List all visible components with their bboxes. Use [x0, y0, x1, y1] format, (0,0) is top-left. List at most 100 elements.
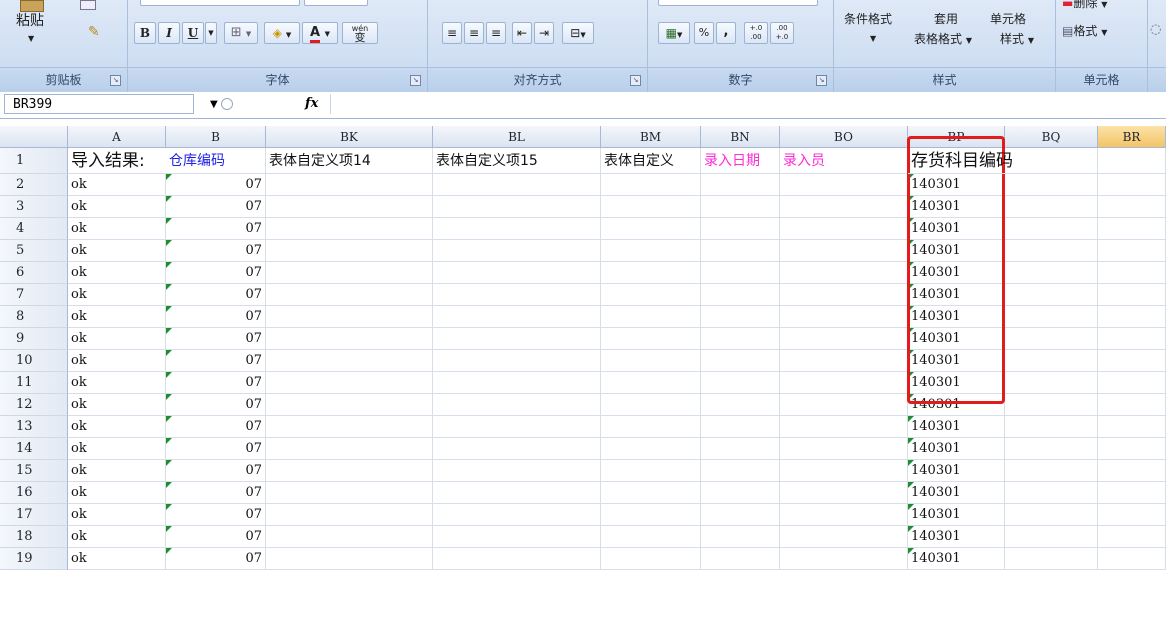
cell-b7[interactable]: 07 [166, 284, 266, 306]
cell-bn9[interactable] [701, 328, 780, 350]
cell-bp17[interactable]: 140301 [908, 504, 1005, 526]
cell-br12[interactable] [1098, 394, 1166, 416]
align-right-button[interactable]: ≡ [486, 22, 506, 44]
cell-bl17[interactable] [433, 504, 601, 526]
decrease-indent-button[interactable]: ⇤ [512, 22, 532, 44]
cell-bl9[interactable] [433, 328, 601, 350]
cell-a6[interactable]: ok [68, 262, 166, 284]
cell-bo14[interactable] [780, 438, 908, 460]
cell-bm10[interactable] [601, 350, 701, 372]
cell-br5[interactable] [1098, 240, 1166, 262]
cell-a4[interactable]: ok [68, 218, 166, 240]
cell-bq14[interactable] [1005, 438, 1098, 460]
cell-bn11[interactable] [701, 372, 780, 394]
row-header[interactable]: 15 [0, 460, 68, 482]
cell-br13[interactable] [1098, 416, 1166, 438]
cell-bq19[interactable] [1005, 548, 1098, 570]
cell-bo13[interactable] [780, 416, 908, 438]
cell-b18[interactable]: 07 [166, 526, 266, 548]
dialog-launcher-icon[interactable]: ↘ [110, 75, 121, 86]
cell-a11[interactable]: ok [68, 372, 166, 394]
cell-bp2[interactable]: 140301 [908, 174, 1005, 196]
cell-bq8[interactable] [1005, 306, 1098, 328]
cell-bm11[interactable] [601, 372, 701, 394]
cell-bm7[interactable] [601, 284, 701, 306]
cell-bn19[interactable] [701, 548, 780, 570]
cell-b10[interactable]: 07 [166, 350, 266, 372]
cell-br15[interactable] [1098, 460, 1166, 482]
cell-bm16[interactable] [601, 482, 701, 504]
column-header-bm[interactable]: BM [601, 126, 701, 148]
cell-bo19[interactable] [780, 548, 908, 570]
cell-bq6[interactable] [1005, 262, 1098, 284]
cell-bp15[interactable]: 140301 [908, 460, 1005, 482]
cell-bp4[interactable]: 140301 [908, 218, 1005, 240]
cell-br9[interactable] [1098, 328, 1166, 350]
cell-bq5[interactable] [1005, 240, 1098, 262]
cell-bp14[interactable]: 140301 [908, 438, 1005, 460]
cell-bm15[interactable] [601, 460, 701, 482]
cell-a10[interactable]: ok [68, 350, 166, 372]
cell-bp18[interactable]: 140301 [908, 526, 1005, 548]
cell-br18[interactable] [1098, 526, 1166, 548]
cell-bp16[interactable]: 140301 [908, 482, 1005, 504]
cell-bl14[interactable] [433, 438, 601, 460]
cell-br1[interactable] [1098, 148, 1166, 174]
cell-a3[interactable]: ok [68, 196, 166, 218]
cell-bk10[interactable] [266, 350, 433, 372]
font-size-box[interactable] [304, 0, 368, 6]
cell-bm3[interactable] [601, 196, 701, 218]
cell-bp11[interactable]: 140301 [908, 372, 1005, 394]
cell-bq11[interactable] [1005, 372, 1098, 394]
cell-bl13[interactable] [433, 416, 601, 438]
cell-a18[interactable]: ok [68, 526, 166, 548]
cell-bk14[interactable] [266, 438, 433, 460]
cell-bl7[interactable] [433, 284, 601, 306]
cell-bq10[interactable] [1005, 350, 1098, 372]
cell-bq12[interactable] [1005, 394, 1098, 416]
column-header-bk[interactable]: BK [266, 126, 433, 148]
cell-a1[interactable]: 导入结果: [68, 148, 166, 174]
cell-a12[interactable]: ok [68, 394, 166, 416]
column-header-a[interactable]: A [68, 126, 166, 148]
comma-button[interactable]: , [716, 22, 736, 44]
cell-bk7[interactable] [266, 284, 433, 306]
fill-color-button[interactable]: ◈ ▼ [264, 22, 300, 44]
cell-bk15[interactable] [266, 460, 433, 482]
cell-b8[interactable]: 07 [166, 306, 266, 328]
cell-bn18[interactable] [701, 526, 780, 548]
cell-a17[interactable]: ok [68, 504, 166, 526]
decrease-decimal-button[interactable]: .00 +.0 [770, 22, 794, 44]
conditional-dropdown-icon[interactable]: ▼ [870, 34, 876, 43]
cell-bo12[interactable] [780, 394, 908, 416]
cell-bl2[interactable] [433, 174, 601, 196]
cell-bl3[interactable] [433, 196, 601, 218]
column-header-b[interactable]: B [166, 126, 266, 148]
cell-bn2[interactable] [701, 174, 780, 196]
border-button[interactable]: ⊞ ▼ [224, 22, 258, 44]
cell-bn17[interactable] [701, 504, 780, 526]
cell-bn7[interactable] [701, 284, 780, 306]
cell-bm5[interactable] [601, 240, 701, 262]
cell-bo16[interactable] [780, 482, 908, 504]
cell-bk4[interactable] [266, 218, 433, 240]
cell-br14[interactable] [1098, 438, 1166, 460]
cell-bk18[interactable] [266, 526, 433, 548]
cell-bn16[interactable] [701, 482, 780, 504]
cell-b9[interactable]: 07 [166, 328, 266, 350]
cell-bm4[interactable] [601, 218, 701, 240]
cell-bq15[interactable] [1005, 460, 1098, 482]
cell-bn12[interactable] [701, 394, 780, 416]
cell-bk2[interactable] [266, 174, 433, 196]
cell-a5[interactable]: ok [68, 240, 166, 262]
italic-button[interactable]: I [158, 22, 180, 44]
cell-b2[interactable]: 07 [166, 174, 266, 196]
column-header-br[interactable]: BR [1098, 126, 1166, 148]
cell-bl11[interactable] [433, 372, 601, 394]
conditional-format-button[interactable]: 条件格式 [844, 10, 892, 27]
cell-bl16[interactable] [433, 482, 601, 504]
cell-a7[interactable]: ok [68, 284, 166, 306]
cell-bm13[interactable] [601, 416, 701, 438]
table-format-label[interactable]: 表格格式 ▼ [914, 30, 972, 47]
cell-bo3[interactable] [780, 196, 908, 218]
